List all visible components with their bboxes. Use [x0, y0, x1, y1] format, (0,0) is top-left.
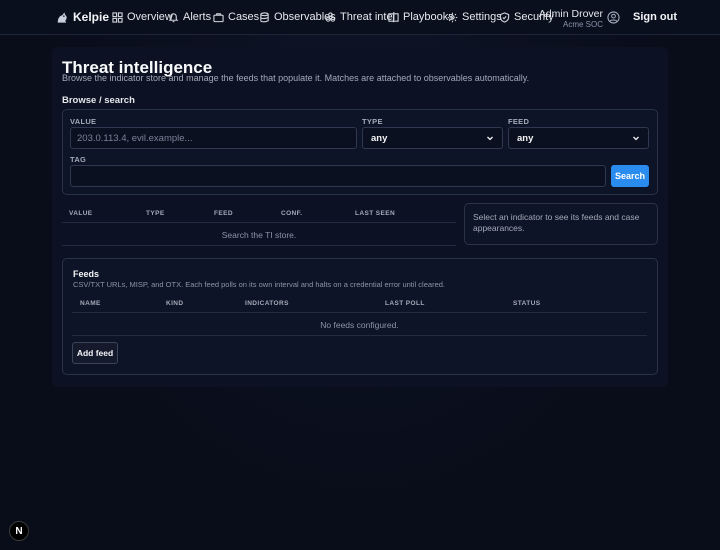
feeds-header-divider [72, 312, 647, 313]
tag-label: TAG [70, 155, 87, 164]
type-label: TYPE [362, 117, 383, 126]
search-button[interactable]: Search [611, 165, 649, 187]
table-header-divider [62, 222, 456, 223]
page-subtitle: Browse the indicator store and manage th… [62, 73, 530, 83]
tag-input[interactable] [70, 165, 606, 187]
gear-icon [447, 12, 458, 22]
nav-cases[interactable]: Cases [213, 11, 259, 23]
add-feed-button[interactable]: Add feed [72, 342, 118, 364]
indicator-detail-hint: Select an indicator to see its feeds and… [464, 203, 658, 245]
feeds-bottom-divider [72, 335, 647, 336]
column-header-indicators[interactable]: INDICATORS [245, 300, 289, 307]
brand[interactable]: Kelpie [54, 9, 109, 25]
shield-icon [499, 11, 510, 23]
feed-label: FEED [508, 117, 530, 126]
table-bottom-divider [62, 245, 456, 246]
dev-tools-badge[interactable]: N [9, 521, 29, 541]
user-info: Admin Drover Acme SOC [539, 9, 603, 30]
type-select-value: any [371, 132, 388, 144]
nav-label: Settings [462, 11, 502, 23]
bell-icon [168, 12, 179, 22]
nav-label: Threat intel [340, 11, 396, 23]
column-header-feed[interactable]: FEED [214, 210, 233, 217]
column-header-type[interactable]: TYPE [146, 210, 165, 217]
column-header-status[interactable]: STATUS [513, 300, 540, 307]
column-header-last-poll[interactable]: LAST POLL [385, 300, 425, 307]
book-icon [388, 12, 399, 22]
feeds-card [62, 258, 658, 375]
top-navbar: Kelpie Overview Alerts Cases Observables… [0, 0, 720, 35]
user-org: Acme SOC [562, 20, 603, 29]
browse-heading: Browse / search [62, 95, 135, 106]
sign-out-button[interactable]: Sign out [633, 11, 677, 23]
feed-select-value: any [517, 132, 534, 144]
user-avatar-icon[interactable] [607, 11, 620, 24]
feeds-empty-state: No feeds configured. [320, 320, 399, 330]
column-header-value[interactable]: VALUE [69, 210, 93, 217]
column-header-last-seen[interactable]: LAST SEEN [355, 210, 395, 217]
nav-alerts[interactable]: Alerts [168, 11, 211, 23]
grid-icon [112, 11, 123, 23]
value-label: VALUE [70, 117, 97, 126]
nav-label: Cases [228, 11, 260, 23]
nav-threat-intel[interactable]: Threat intel [325, 11, 395, 23]
feeds-description: CSV/TXT URLs, MISP, and OTX. Each feed p… [73, 280, 445, 289]
feed-select[interactable]: any [508, 127, 649, 149]
value-input[interactable] [70, 127, 357, 149]
nav-label: Overview [127, 11, 173, 23]
column-header-name[interactable]: NAME [80, 300, 101, 307]
nav-label: Alerts [183, 11, 212, 23]
nav-overview[interactable]: Overview [112, 11, 173, 23]
user-name: Admin Drover [538, 8, 603, 20]
type-select[interactable]: any [362, 127, 503, 149]
nav-settings[interactable]: Settings [447, 11, 502, 23]
column-header-confidence[interactable]: CONF. [281, 210, 303, 217]
kelpie-logo-icon [57, 12, 67, 23]
indicators-empty-state: Search the TI store. [221, 230, 297, 240]
briefcase-icon [213, 12, 224, 22]
nav-playbooks[interactable]: Playbooks [388, 11, 454, 23]
brand-name: Kelpie [73, 10, 110, 24]
chevron-down-icon [487, 136, 493, 141]
biohazard-icon [325, 11, 336, 22]
chevron-down-icon [633, 136, 639, 141]
database-icon [260, 11, 269, 22]
column-header-kind[interactable]: KIND [166, 300, 184, 307]
feeds-title: Feeds [73, 269, 100, 279]
